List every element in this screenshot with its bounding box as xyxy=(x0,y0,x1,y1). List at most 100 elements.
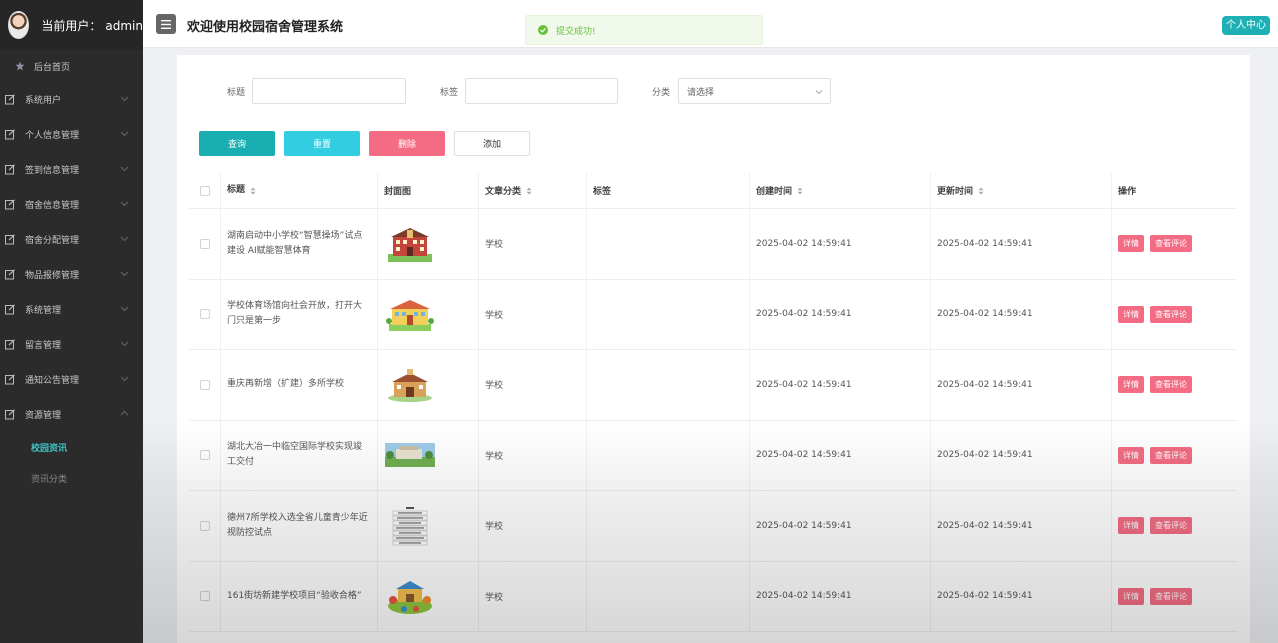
edit-icon xyxy=(5,304,16,315)
table-row[interactable]: 湖北大冶一中临空国际学校实现竣工交付 学校 2025-04-02 14:59:4… xyxy=(189,420,1237,491)
sidebar-item-personal-info[interactable]: 个人信息管理 xyxy=(0,117,143,152)
top-header: 欢迎使用校园宿舍管理系统 提交成功! 个人中心 xyxy=(143,0,1278,48)
row-title: 学校体育场馆向社会开放，打开大门只是第一步 xyxy=(221,279,378,349)
row-created: 2025-04-02 14:59:41 xyxy=(750,209,931,279)
detail-button[interactable]: 详情 xyxy=(1118,517,1144,535)
column-header-tag: 标签 xyxy=(587,173,750,208)
row-updated: 2025-04-02 14:59:41 xyxy=(931,420,1112,490)
detail-button[interactable]: 详情 xyxy=(1118,587,1144,605)
sidebar-item-dorm-assign[interactable]: 宿舍分配管理 xyxy=(0,222,143,257)
title-filter-label: 标题 xyxy=(227,88,246,98)
view-comments-button[interactable]: 查看评论 xyxy=(1150,446,1192,464)
sidebar-item-checkin[interactable]: 签到信息管理 xyxy=(0,152,143,187)
detail-button[interactable]: 详情 xyxy=(1118,446,1144,464)
sidebar-item-home[interactable]: 后台首页 xyxy=(0,50,143,82)
tag-filter-input[interactable] xyxy=(465,78,618,104)
main-content: 标题 标签 分类 请选择 查询 重置 删除 添加 标题 封面图 文章分类 标签 … xyxy=(177,55,1250,643)
row-checkbox[interactable] xyxy=(199,379,210,390)
chevron-down-icon xyxy=(120,96,129,102)
news-table: 标题 封面图 文章分类 标签 创建时间 更新时间 操作 湖南启动中小学校“智慧操… xyxy=(189,173,1237,632)
column-header-cover: 封面图 xyxy=(378,173,479,208)
row-title: 重庆再新增（扩建）多所学校 xyxy=(221,350,378,420)
chevron-down-icon xyxy=(815,90,823,95)
column-header-created[interactable]: 创建时间 xyxy=(750,173,931,208)
edit-icon xyxy=(5,374,16,385)
current-user-label: 当前用户： xyxy=(41,18,102,33)
reset-button[interactable]: 重置 xyxy=(284,131,360,156)
detail-button[interactable]: 详情 xyxy=(1118,305,1144,323)
sidebar-item-notices[interactable]: 通知公告管理 xyxy=(0,362,143,397)
row-category: 学校 xyxy=(479,420,587,490)
view-comments-button[interactable]: 查看评论 xyxy=(1150,517,1192,535)
edit-icon xyxy=(5,94,16,105)
query-button[interactable]: 查询 xyxy=(199,131,275,156)
row-ops: 详情 查看评论 xyxy=(1112,491,1237,561)
row-checkbox[interactable] xyxy=(199,309,210,320)
table-row[interactable]: 学校体育场馆向社会开放，打开大门只是第一步 学校 2025-04-02 14:5… xyxy=(189,279,1237,350)
sidebar-item-label: 系统用户 xyxy=(25,96,62,106)
row-checkbox[interactable] xyxy=(199,591,210,602)
title-filter-input[interactable] xyxy=(252,78,406,104)
row-checkbox[interactable] xyxy=(199,450,210,461)
chevron-up-icon xyxy=(120,410,129,416)
row-title: 德州7所学校入选全省儿童青少年近视防控试点 xyxy=(221,491,378,561)
row-updated: 2025-04-02 14:59:41 xyxy=(931,350,1112,420)
cover-thumbnail-text-list[interactable] xyxy=(384,505,436,546)
sort-icon xyxy=(797,187,803,194)
view-comments-button[interactable]: 查看评论 xyxy=(1150,305,1192,323)
sidebar-item-messages[interactable]: 留言管理 xyxy=(0,327,143,362)
cover-thumbnail-kids-cartoon[interactable] xyxy=(384,576,436,617)
sidebar-item-dorm-info[interactable]: 宿舍信息管理 xyxy=(0,187,143,222)
edit-icon xyxy=(5,234,16,245)
delete-button[interactable]: 删除 xyxy=(369,131,445,156)
chevron-down-icon xyxy=(120,201,129,207)
row-ops: 详情 查看评论 xyxy=(1112,562,1237,632)
sidebar-subitem-campus-news[interactable]: 校园资讯 xyxy=(0,432,143,463)
menu-toggle-button[interactable] xyxy=(156,14,176,34)
column-header-title[interactable]: 标题 xyxy=(221,173,378,208)
sidebar-menu: 后台首页 系统用户 个人信息管理 签到信息管理 宿舍信息管理 宿舍分配管理 物品… xyxy=(0,50,143,432)
sort-icon xyxy=(526,187,532,194)
table-row[interactable]: 161街坊新建学校项目“验收合格” 学校 2025-04-02 14:59:41… xyxy=(189,561,1237,632)
row-created: 2025-04-02 14:59:41 xyxy=(750,420,931,490)
row-checkbox[interactable] xyxy=(199,520,210,531)
table-row[interactable]: 重庆再新增（扩建）多所学校 学校 2025-04-02 14:59:41 202… xyxy=(189,350,1237,421)
sidebar-item-repair[interactable]: 物品报修管理 xyxy=(0,257,143,292)
view-comments-button[interactable]: 查看评论 xyxy=(1150,587,1192,605)
sidebar-subitem-news-category[interactable]: 资讯分类 xyxy=(0,463,143,494)
add-button[interactable]: 添加 xyxy=(454,131,530,156)
edit-icon xyxy=(5,199,16,210)
row-cover xyxy=(378,209,479,279)
avatar[interactable] xyxy=(8,11,30,39)
category-filter-select[interactable]: 请选择 xyxy=(678,78,831,104)
cover-thumbnail-school-yellow[interactable] xyxy=(384,294,436,335)
view-comments-button[interactable]: 查看评论 xyxy=(1150,376,1192,394)
detail-button[interactable]: 详情 xyxy=(1118,376,1144,394)
row-cover xyxy=(378,561,479,631)
row-cover xyxy=(378,279,479,349)
sidebar-item-system[interactable]: 系统管理 xyxy=(0,292,143,327)
profile-center-button[interactable]: 个人中心 xyxy=(1222,16,1270,35)
cover-thumbnail-school-brown[interactable] xyxy=(384,364,436,405)
view-comments-button[interactable]: 查看评论 xyxy=(1150,235,1192,253)
cover-thumbnail-school-red[interactable] xyxy=(384,223,436,264)
resources-submenu: 校园资讯 资讯分类 xyxy=(0,432,143,494)
cover-thumbnail-campus-photo[interactable] xyxy=(384,435,436,476)
sidebar-item-resources[interactable]: 资源管理 xyxy=(0,397,143,432)
row-tag xyxy=(587,561,750,631)
table-row[interactable]: 德州7所学校入选全省儿童青少年近视防控试点 学校 2025-04-02 14:5… xyxy=(189,491,1237,562)
detail-button[interactable]: 详情 xyxy=(1118,235,1144,253)
chevron-down-icon xyxy=(120,236,129,242)
row-tag xyxy=(587,350,750,420)
sidebar-item-label: 个人信息管理 xyxy=(25,131,80,141)
table-row[interactable]: 湖南启动中小学校“智慧操场”试点建设 AI赋能智慧体育 学校 2025-04-0… xyxy=(189,209,1237,280)
row-checkbox[interactable] xyxy=(199,238,210,249)
sort-icon xyxy=(250,187,256,194)
column-header-ops: 操作 xyxy=(1118,187,1137,197)
column-header-category[interactable]: 文章分类 xyxy=(479,173,587,208)
row-category: 学校 xyxy=(479,279,587,349)
select-all-checkbox[interactable] xyxy=(199,185,210,196)
column-header-updated[interactable]: 更新时间 xyxy=(931,173,1112,208)
sidebar-item-system-users[interactable]: 系统用户 xyxy=(0,82,143,117)
chevron-down-icon xyxy=(120,306,129,312)
